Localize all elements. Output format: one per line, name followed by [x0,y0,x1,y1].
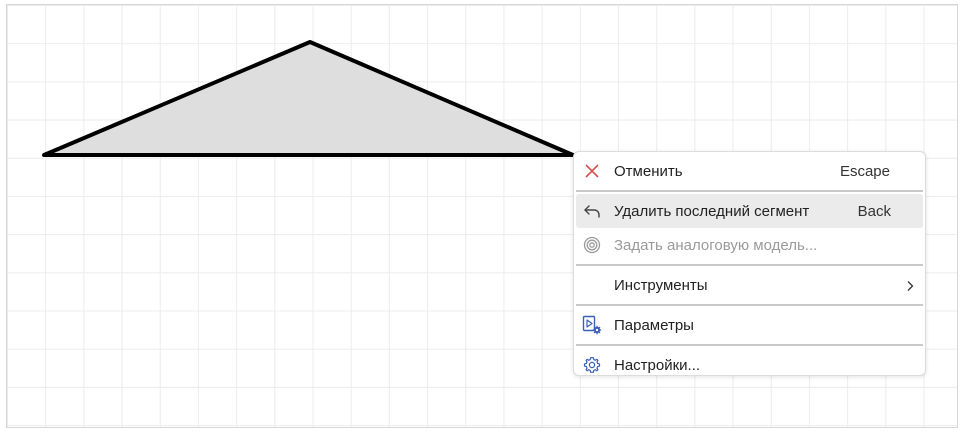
menu-item-label: Настройки... [614,356,701,374]
spiral-icon [582,235,602,255]
close-icon [582,161,602,181]
menu-item-cancel[interactable]: Отменить Escape [576,154,923,188]
menu-item-label: Инструменты [614,276,708,294]
menu-item-settings[interactable]: Настройки... [576,348,923,382]
menu-item-label: Параметры [614,316,694,334]
play-gear-icon [582,315,602,335]
menu-item-delete-last-segment[interactable]: Удалить последний сегмент Back [576,194,923,228]
menu-item-tools[interactable]: Инструменты [576,268,923,302]
menu-item-shortcut: Back [857,202,891,220]
menu-item-shortcut: Escape [839,162,890,180]
menu-separator [576,304,923,306]
gear-icon [582,355,602,375]
menu-separator [576,264,923,266]
undo-arrow-icon [582,201,602,221]
chevron-right-icon [905,279,915,291]
menu-item-label: Отменить [614,162,683,180]
menu-item-analog-model: Задать аналоговую модель... [576,228,923,262]
triangle-shape[interactable] [42,40,575,157]
context-menu: Отменить Escape Удалить последний сегмен… [573,151,926,376]
menu-separator [576,190,923,192]
menu-separator [576,344,923,346]
menu-item-label: Задать аналоговую модель... [614,236,818,254]
menu-item-label: Удалить последний сегмент [614,202,810,220]
menu-item-parameters[interactable]: Параметры [576,308,923,342]
